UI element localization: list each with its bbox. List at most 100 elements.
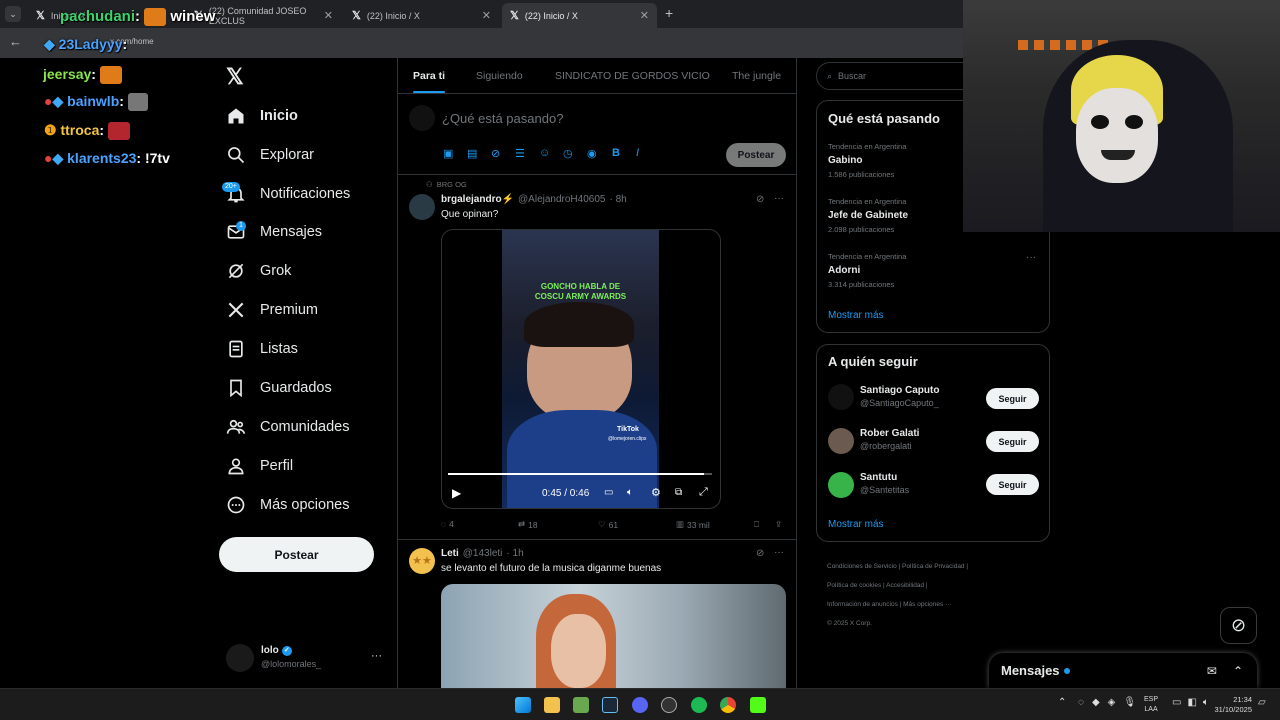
nav-item-inicio[interactable]: Inicio [226, 99, 298, 133]
post-author-name[interactable]: Leti [441, 548, 459, 559]
nav-item-comunidades[interactable]: Comunidades [226, 410, 349, 444]
notifications-icon[interactable]: ▱ [1258, 697, 1266, 708]
nav-item-mas-opciones[interactable]: Más opciones [226, 488, 349, 522]
browser-tab[interactable]: 𝕏 (22) Inicio / X ✕ [344, 3, 499, 28]
trend-item[interactable]: Tendencia en Argentina Gabino 1.586 publ… [828, 142, 906, 179]
language-indicator[interactable]: ESP LAA [1144, 695, 1158, 715]
follow-user[interactable]: Santiago Caputo @SantiagoCaputo_ [860, 385, 939, 408]
schedule-icon[interactable]: ◷ [563, 147, 573, 160]
bold-icon[interactable]: B [612, 147, 620, 159]
tab-sindicato[interactable]: SINDICATO DE GORDOS VICIO [555, 70, 710, 82]
follow-button[interactable]: Seguir [986, 474, 1039, 495]
chrome-icon[interactable] [720, 697, 736, 713]
captions-icon[interactable]: ▭ [604, 487, 613, 498]
play-icon[interactable]: ▶ [452, 486, 461, 500]
nav-item-perfil[interactable]: Perfil [226, 449, 293, 483]
discord-icon[interactable] [632, 697, 648, 713]
share-icon[interactable]: ⇪ [775, 519, 782, 530]
nav-item-notificaciones[interactable]: Notificaciones [226, 177, 350, 211]
new-message-icon[interactable]: ✉ [1207, 664, 1217, 678]
nav-item-explorar[interactable]: Explorar [226, 138, 314, 172]
volume-icon[interactable]: 🔈︎ [627, 487, 633, 498]
settings-icon[interactable]: ⚙ [651, 486, 661, 499]
follow-button[interactable]: Seguir [986, 388, 1039, 409]
post-author-name[interactable]: brgalejandro⚡ [441, 194, 514, 205]
post-image[interactable] [441, 584, 786, 688]
location-icon[interactable]: ◉ [587, 147, 597, 160]
footer-link[interactable]: Accesibilidad [886, 582, 924, 589]
follow-user[interactable]: Rober Galati @robergalati [860, 428, 919, 451]
tab-close-icon[interactable]: ✕ [482, 9, 491, 22]
clock[interactable]: 21:34 31/10/2025 [1208, 695, 1252, 715]
follow-user[interactable]: Santutu @Santetitas [860, 472, 909, 495]
pip-icon[interactable]: ⧉ [675, 487, 682, 498]
views-button[interactable]: ▥ 33 mil [676, 519, 710, 530]
trend-item[interactable]: Tendencia en Argentina Adorni 3.314 publ… [828, 252, 906, 289]
tab-the-jungle[interactable]: The jungle [732, 70, 781, 82]
tab-list-button[interactable]: ⌄ [5, 6, 21, 22]
avatar[interactable]: ★★ [409, 548, 435, 574]
post-button[interactable]: Postear [219, 537, 374, 572]
tab-siguiendo[interactable]: Siguiendo [476, 70, 523, 82]
emoji-icon[interactable]: ☺ [539, 147, 550, 159]
image-icon[interactable]: ▣ [443, 147, 453, 160]
avatar[interactable] [828, 384, 854, 410]
expand-icon[interactable]: ⌃ [1233, 664, 1243, 678]
nav-item-listas[interactable]: Listas [226, 332, 298, 366]
kick-icon[interactable] [750, 697, 766, 713]
nav-item-grok[interactable]: Grok [226, 254, 291, 288]
grok-icon[interactable]: ⊘ [491, 147, 500, 160]
grok-icon[interactable]: ⊘ [756, 548, 764, 559]
more-dots-icon[interactable]: ··· [371, 650, 382, 662]
tab-close-icon[interactable]: ✕ [324, 9, 333, 22]
fullscreen-icon[interactable]: ⤢ [699, 486, 708, 499]
nav-item-premium[interactable]: Premium [226, 293, 318, 327]
start-icon[interactable] [515, 697, 531, 713]
back-arrow-icon[interactable]: ← [9, 34, 22, 49]
post-author-handle[interactable]: @143leti [463, 548, 503, 559]
footer-link[interactable]: Política de cookies [827, 582, 881, 589]
grok-floating-button[interactable]: ⊘ [1220, 607, 1257, 644]
messages-drawer[interactable]: Mensajes ✉ ⌃ [989, 653, 1257, 688]
app-icon[interactable] [573, 697, 589, 713]
app-icon[interactable] [661, 697, 677, 713]
post-time[interactable]: · 8h [609, 194, 626, 205]
steam-icon[interactable] [602, 697, 618, 713]
bookmark-icon[interactable]: ⎕ [754, 519, 759, 530]
more-dots-icon[interactable]: ··· [1026, 252, 1036, 263]
spotify-icon[interactable] [691, 697, 707, 713]
gif-icon[interactable]: ▤ [467, 147, 477, 160]
file-explorer-icon[interactable] [544, 697, 560, 713]
reply-button[interactable]: ◌ 4 [441, 519, 454, 529]
like-button[interactable]: ♡ 61 [598, 519, 618, 530]
repost-button[interactable]: ⇄ 18 [518, 519, 538, 530]
footer-link[interactable]: Más opciones ··· [903, 601, 951, 608]
show-more-link[interactable]: Mostrar más [828, 519, 884, 530]
post-time[interactable]: · 1h [506, 548, 523, 559]
poll-icon[interactable]: ☰ [515, 147, 525, 160]
italic-icon[interactable]: I [636, 147, 639, 159]
composer-post-button[interactable]: Postear [726, 143, 786, 167]
nav-item-guardados[interactable]: Guardados [226, 371, 332, 405]
video-player[interactable]: GONCHO HABLA DE COSCU ARMY AWARDS TikTok… [441, 229, 721, 509]
browser-tab-active[interactable]: 𝕏 (22) Inicio / X ✕ [502, 3, 657, 28]
avatar[interactable] [828, 472, 854, 498]
trend-item[interactable]: Tendencia en Argentina Jefe de Gabinete … [828, 197, 908, 234]
composer-input[interactable]: ¿Qué está pasando? [442, 111, 563, 126]
avatar[interactable] [409, 194, 435, 220]
footer-link[interactable]: Condiciones de Servicio [827, 563, 897, 570]
post-author-handle[interactable]: @AlejandroH40605 [518, 194, 605, 205]
new-tab-button[interactable]: + [665, 5, 673, 21]
more-dots-icon[interactable]: ··· [774, 547, 784, 558]
tray-icons[interactable]: ◌◆◈🎙︎ [1078, 697, 1144, 708]
grok-icon[interactable]: ⊘ [756, 194, 764, 205]
footer-link[interactable]: Política de Privacidad [902, 563, 965, 570]
x-logo-icon[interactable]: 𝕏 [226, 64, 244, 90]
more-dots-icon[interactable]: ··· [774, 193, 784, 204]
tray-chevron-icon[interactable]: ⌃ [1058, 697, 1066, 708]
show-more-link[interactable]: Mostrar más [828, 310, 884, 321]
tab-para-ti[interactable]: Para ti [413, 70, 445, 82]
follow-button[interactable]: Seguir [986, 431, 1039, 452]
footer-link[interactable]: Información de anuncios [827, 601, 898, 608]
account-switcher[interactable]: lolo ✓ @lolomorales_ ··· [226, 644, 386, 674]
